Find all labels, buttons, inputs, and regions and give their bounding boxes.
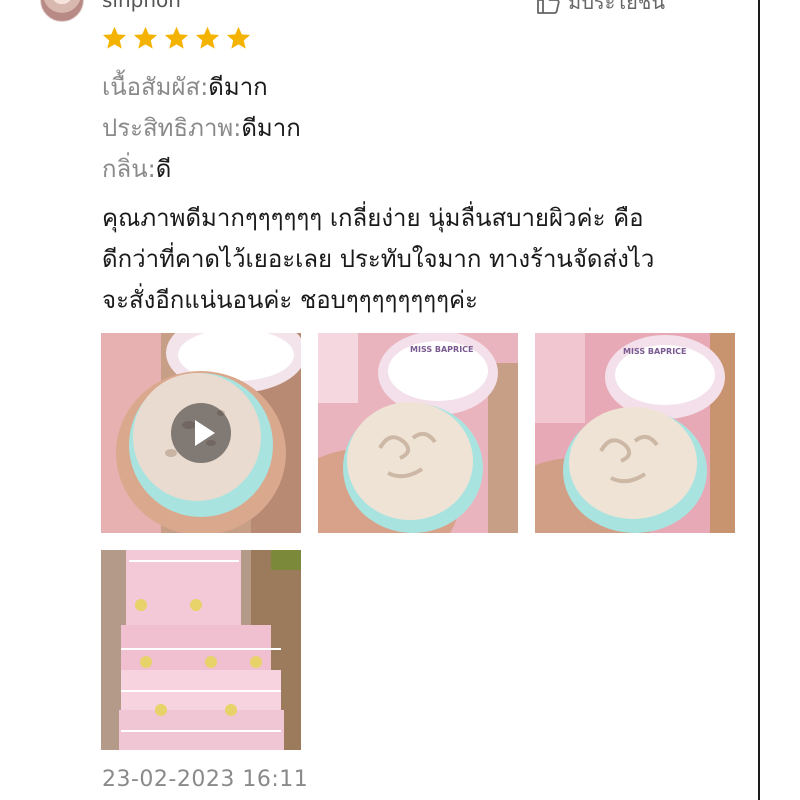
attribute-value: ดี [155,155,172,183]
attribute-scent: กลิ่น:ดี [102,154,171,184]
attribute-key: ประสิทธิภาพ: [102,114,242,142]
avatar[interactable] [40,0,84,22]
review-video-thumbnail[interactable] [101,333,301,533]
star-icon [195,26,220,49]
star-icon [133,26,158,49]
attribute-texture: เนื้อสัมผัส:ดีมาก [102,72,268,102]
review-text: คุณภาพดีมากๆๆๆๆๆๆ เกลี่ยง่าย นุ่มลื่นสบา… [102,198,732,321]
review-photo[interactable]: MISS BAPRICE [318,333,518,533]
thumbs-up-icon [537,0,560,14]
review-text-line: จะสั่งอีกแน่นอนค่ะ ชอบๆๆๆๆๆๆๆๆค่ะ [102,286,478,314]
star-icon [102,26,127,49]
helpful-button[interactable]: มีประโยชน์ [536,0,665,18]
product-label-text: MISS BAPRICE [410,345,474,354]
star-icon [164,26,189,49]
attribute-key: เนื้อสัมผัส: [102,73,209,101]
review-photo[interactable]: MISS BAPRICE [535,333,735,533]
review-text-line: คุณภาพดีมากๆๆๆๆๆๆ เกลี่ยง่าย นุ่มลื่นสบา… [102,204,644,232]
review-text-line: ดีกว่าที่คาดไว้เยอะเลย ประทับใจมาก ทางร้… [102,245,655,273]
product-label-text: MISS BAPRICE [623,347,687,356]
helpful-label: มีประโยชน์ [568,0,666,14]
attribute-value: ดีมาก [241,114,301,142]
right-edge-divider [758,0,760,800]
reviewer-name[interactable]: sinphon [102,0,181,12]
review-timestamp: 23-02-2023 16:11 [102,767,309,792]
star-icon [226,26,251,49]
play-icon[interactable] [171,403,231,463]
star-rating [101,25,252,52]
attribute-key: กลิ่น: [102,155,156,183]
review-photo[interactable] [101,550,301,750]
attribute-effectiveness: ประสิทธิภาพ:ดีมาก [102,113,301,143]
attribute-value: ดีมาก [208,73,268,101]
